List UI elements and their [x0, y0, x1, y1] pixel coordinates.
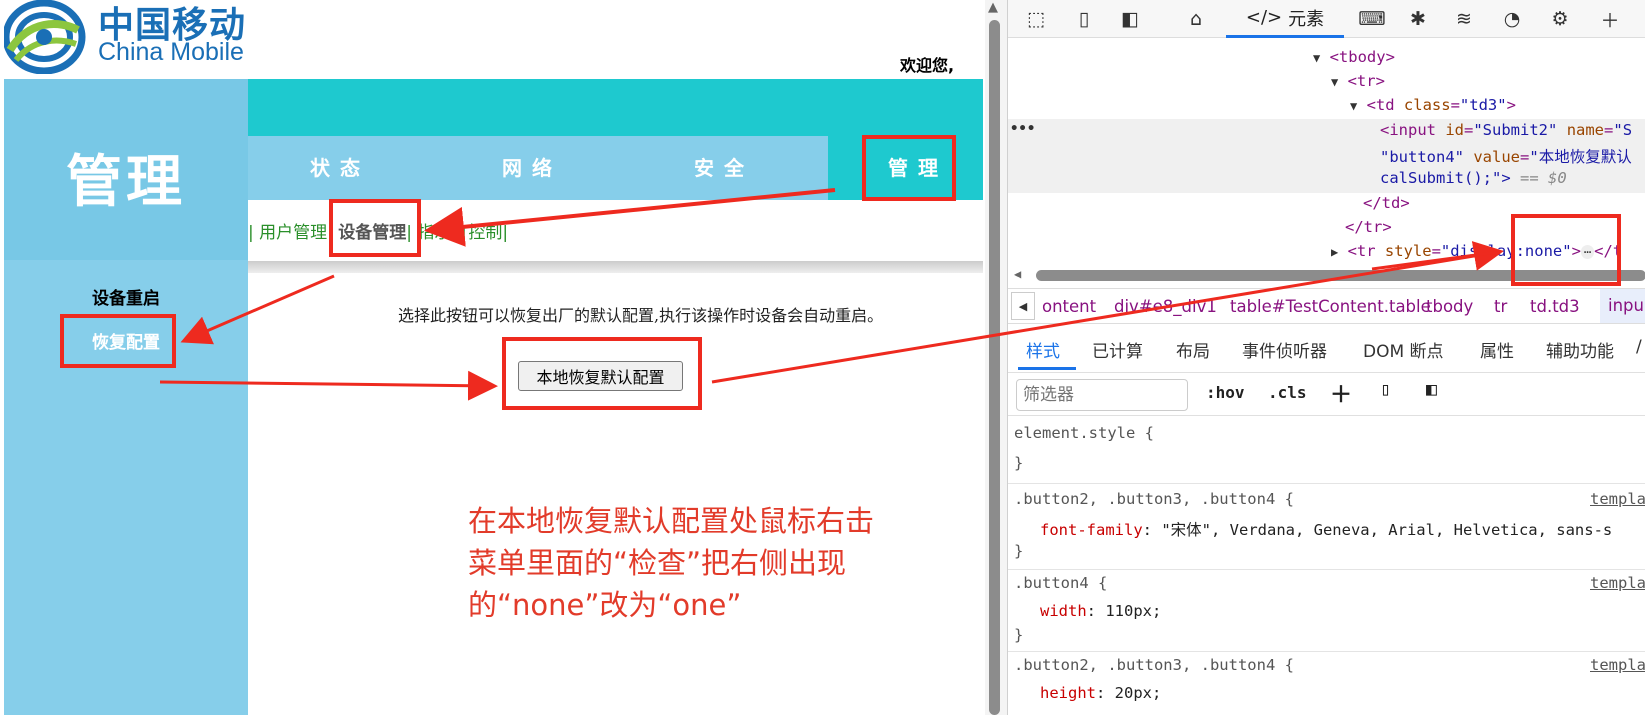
tab-accessibility[interactable]: 辅助功能 — [1546, 337, 1614, 362]
instruction-line: 菜单里面的“检查”把右侧出现 — [468, 546, 847, 580]
network-wifi-icon[interactable]: ≋ — [1450, 5, 1478, 33]
dom-node-input-end[interactable]: calSubmit();"> == $0 — [1380, 169, 1567, 187]
tab-network[interactable]: 网络 — [502, 152, 562, 181]
logo-english-text: China Mobile — [98, 38, 244, 66]
router-page: 中国移动 China Mobile 欢迎您, 管理 状态 网络 安全 管理 | … — [0, 0, 985, 715]
expand-triangle-icon[interactable]: ▼ — [1331, 75, 1338, 89]
debugger-bug-icon[interactable]: ✱ — [1404, 5, 1432, 33]
highlight-box-restore-config — [60, 314, 176, 368]
active-tab-indicator — [1018, 367, 1076, 370]
breadcrumb-left-arrow-icon[interactable]: ◀ — [1011, 292, 1035, 320]
tab-status[interactable]: 状态 — [310, 152, 370, 181]
tab-event-listeners[interactable]: 事件侦听器 — [1242, 337, 1327, 362]
main-tabs: 状态 网络 安全 — [248, 136, 828, 200]
breadcrumb-item[interactable]: table#TestContent.table — [1230, 297, 1431, 316]
tab-styles[interactable]: 样式 — [1026, 337, 1060, 362]
restore-description: 选择此按钮可以恢复出厂的默认配置,执行该操作时设备会自动重启。 — [398, 306, 884, 325]
cls-toggle-button[interactable]: .cls — [1268, 383, 1307, 402]
dom-node-tr[interactable]: ▼ <tr> — [1331, 72, 1385, 90]
dom-node-td-close[interactable]: </td> — [1363, 194, 1410, 212]
css-rule-button4-width: .button4 { templa width: 110px; } — [1008, 570, 1645, 652]
expand-triangle-icon[interactable]: ▼ — [1350, 99, 1357, 113]
breadcrumb-item[interactable]: tbody — [1426, 297, 1473, 316]
expand-triangle-icon[interactable]: ▼ — [1313, 51, 1320, 65]
highlight-box-management-tab — [862, 135, 956, 201]
styles-filter-row: :hov .cls ＋ ▯ ◧ — [1008, 372, 1645, 416]
page-scrollbar-thumb[interactable] — [989, 20, 1000, 715]
paint-brush-icon[interactable]: ▯ — [1380, 379, 1391, 400]
breadcrumb-item[interactable]: tr — [1494, 297, 1507, 316]
section-title: 管理 — [66, 150, 186, 215]
tab-security[interactable]: 安全 — [694, 152, 754, 181]
highlight-box-display-none — [1511, 214, 1621, 286]
tab-layout[interactable]: 布局 — [1176, 337, 1210, 362]
divider — [248, 261, 983, 273]
tab-elements-label: 元素 — [1288, 8, 1325, 30]
subnav-separator: | — [248, 223, 260, 243]
china-mobile-logo-icon — [4, 0, 86, 74]
dom-node-tr-close[interactable]: </tr> — [1345, 218, 1392, 236]
styles-tabs: 样式 已计算 布局 事件侦听器 DOM 断点 属性 辅助功能 / — [1008, 325, 1645, 371]
subnav-indicator-control[interactable]: 指示灯控制 — [417, 223, 502, 243]
welcome-home-icon[interactable]: ⌂ — [1182, 5, 1210, 33]
performance-gauge-icon[interactable]: ◔ — [1498, 5, 1526, 33]
dom-node-tbody[interactable]: ▼ <tbody> — [1313, 48, 1395, 66]
tab-more[interactable]: / — [1636, 337, 1642, 357]
welcome-text: 欢迎您, — [900, 56, 955, 75]
more-tools-plus-icon[interactable]: ＋ — [1596, 5, 1624, 33]
highlight-box-device-management — [329, 199, 421, 257]
hov-toggle-button[interactable]: :hov — [1206, 383, 1245, 402]
toggle-sidebar-icon[interactable]: ◧ — [1426, 379, 1437, 400]
scroll-up-arrow-icon[interactable]: ▲ — [988, 0, 998, 15]
css-rule-element-style: element.style { } — [1008, 418, 1645, 484]
tab-dom-breakpoints[interactable]: DOM 断点 — [1363, 337, 1444, 362]
side-menu-device-restart[interactable]: 设备重启 — [4, 284, 248, 309]
instruction-note: 在本地恢复默认配置处鼠标右击 菜单里面的“检查”把右侧出现 的“none”改为“… — [468, 500, 938, 626]
instruction-line: 在本地恢复默认配置处鼠标右击 — [468, 504, 875, 538]
dom-breadcrumb: ◀ ontent div#e8_div1 table#TestContent.t… — [1008, 288, 1645, 324]
devtools-toolbar: ⬚ ▯ ◧ ⌂ </> 元素 ⌨ ✱ ≋ ◔ ⚙ ＋ — [1008, 0, 1645, 38]
css-source-link[interactable]: templa — [1590, 490, 1645, 508]
styles-filter-input[interactable] — [1016, 379, 1188, 411]
css-rule-button-height: .button2, .button3, .button4 { templa he… — [1014, 656, 1645, 702]
css-source-link[interactable]: templa — [1590, 574, 1645, 592]
tab-elements[interactable]: </> 元素 — [1226, 0, 1344, 38]
subnav-separator: | — [502, 223, 509, 243]
dom-node-input-cont[interactable]: "button4" value="本地恢复默认 — [1380, 145, 1632, 167]
new-rule-plus-icon[interactable]: ＋ — [1330, 377, 1352, 409]
dom-node-td[interactable]: ▼ <td class="td3"> — [1350, 96, 1516, 114]
tab-computed[interactable]: 已计算 — [1092, 337, 1143, 362]
breadcrumb-item[interactable]: div#e8_div1 — [1114, 297, 1217, 316]
breadcrumb-item[interactable]: ontent — [1042, 297, 1096, 316]
settings-gear-icon[interactable]: ⚙ — [1546, 5, 1574, 33]
section-banner: 管理 — [4, 79, 248, 260]
dock-side-icon[interactable]: ◧ — [1116, 5, 1144, 33]
device-toolbar-icon[interactable]: ▯ — [1070, 5, 1098, 33]
highlight-box-restore-button — [502, 337, 702, 410]
css-rule-button-font: .button2, .button3, .button4 { templa fo… — [1008, 484, 1645, 570]
breadcrumb-item[interactable]: td.td3 — [1530, 297, 1580, 316]
breadcrumb-item-current[interactable]: inpu — [1600, 289, 1645, 323]
code-icon: </> — [1245, 7, 1283, 28]
inspect-element-icon[interactable]: ⬚ — [1022, 5, 1050, 33]
scroll-left-arrow-icon[interactable]: ◀ — [1014, 267, 1021, 281]
china-mobile-logo: 中国移动 China Mobile — [4, 0, 254, 75]
console-icon[interactable]: ⌨ — [1358, 5, 1386, 33]
collapse-triangle-icon[interactable]: ▶ — [1331, 245, 1338, 259]
tab-properties[interactable]: 属性 — [1480, 337, 1514, 362]
more-actions-icon[interactable]: ••• — [1010, 121, 1035, 137]
css-source-link[interactable]: templa — [1590, 656, 1645, 674]
devtools-panel: ⬚ ▯ ◧ ⌂ </> 元素 ⌨ ✱ ≋ ◔ ⚙ ＋ ••• ▼ <tbody>… — [1007, 0, 1645, 715]
subnav-user-management[interactable]: 用户管理 — [259, 223, 327, 243]
dom-node-input[interactable]: <input id="Submit2" name="S — [1380, 121, 1632, 139]
instruction-line: 的“none”改为“one” — [468, 588, 742, 622]
